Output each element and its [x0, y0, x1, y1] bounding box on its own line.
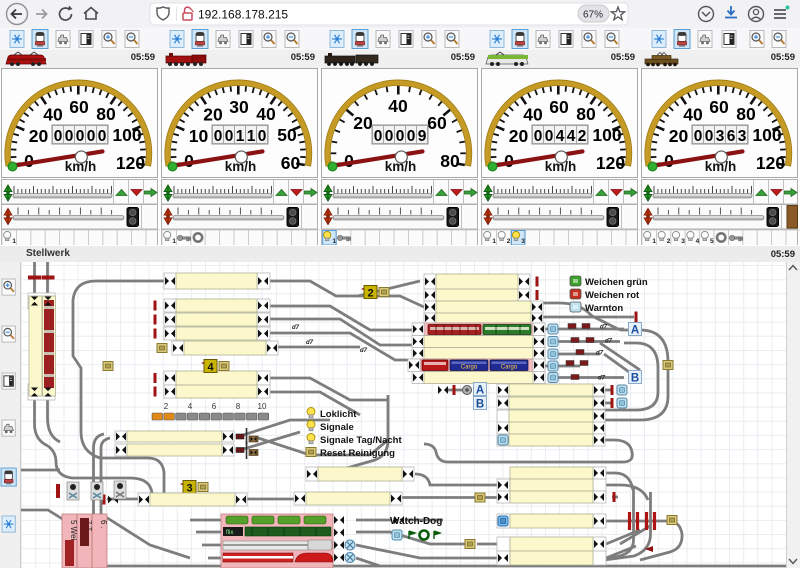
svg-text:50: 50	[277, 125, 297, 145]
svg-text:6: 6	[727, 128, 736, 145]
svg-text:0: 0	[694, 128, 703, 145]
svg-text:5: 5	[710, 238, 714, 245]
svg-text:2: 2	[164, 402, 169, 411]
svg-text:2: 2	[578, 128, 587, 145]
svg-text:100: 100	[752, 125, 781, 145]
svg-text:192.168.178.215: 192.168.178.215	[198, 8, 288, 22]
svg-text:6: 6	[212, 402, 217, 411]
svg-text:0: 0	[705, 128, 714, 145]
svg-text:Warnton: Warnton	[585, 303, 623, 314]
svg-text:flix: flix	[226, 530, 233, 536]
svg-text:80: 80	[576, 104, 596, 124]
svg-text:1: 1	[652, 238, 656, 245]
svg-text:60: 60	[427, 113, 447, 133]
svg-text:4: 4	[567, 128, 576, 145]
svg-text:40: 40	[43, 105, 63, 125]
svg-text:d7: d7	[292, 325, 300, 331]
svg-text:1: 1	[172, 238, 176, 245]
svg-text:120: 120	[756, 153, 785, 173]
svg-text:1: 1	[332, 238, 336, 245]
svg-text:4: 4	[696, 238, 700, 245]
svg-text:30: 30	[229, 97, 249, 117]
svg-text:60: 60	[549, 97, 569, 117]
svg-text:0: 0	[76, 128, 85, 145]
svg-text:Reset Reinigung: Reset Reinigung	[320, 448, 395, 459]
svg-text:d7: d7	[306, 340, 314, 346]
svg-text:6 .: 6 .	[99, 520, 108, 529]
svg-text:40: 40	[523, 105, 543, 125]
svg-text:80: 80	[736, 104, 756, 124]
svg-text:0: 0	[545, 128, 554, 145]
svg-text:20: 20	[669, 126, 689, 146]
svg-text:20: 20	[203, 105, 223, 125]
svg-text:d7: d7	[598, 376, 606, 382]
svg-text:4: 4	[188, 402, 193, 411]
svg-text:Signale Tag/Nacht: Signale Tag/Nacht	[320, 435, 402, 446]
svg-text:Watch-Dog: Watch-Dog	[390, 516, 442, 527]
svg-text:60: 60	[281, 153, 301, 173]
svg-text:8: 8	[236, 402, 241, 411]
svg-text:67%: 67%	[583, 10, 603, 21]
svg-text:60: 60	[69, 97, 89, 117]
svg-text:1: 1	[247, 128, 256, 145]
svg-text:0: 0	[258, 128, 267, 145]
svg-text:Signale: Signale	[320, 422, 354, 433]
svg-text:Loklicht: Loklicht	[320, 409, 357, 420]
svg-text:A: A	[631, 325, 639, 337]
svg-text:120: 120	[116, 153, 145, 173]
svg-text:3: 3	[681, 238, 685, 245]
svg-text:0: 0	[374, 128, 383, 145]
svg-text:0: 0	[385, 128, 394, 145]
svg-text:4: 4	[556, 128, 565, 145]
svg-text:d7: d7	[596, 351, 604, 357]
svg-text:0: 0	[98, 128, 107, 145]
svg-text:0: 0	[65, 128, 74, 145]
svg-text:1: 1	[236, 128, 245, 145]
svg-text:40: 40	[683, 105, 703, 125]
svg-text:3: 3	[716, 128, 725, 145]
svg-text:10: 10	[189, 126, 209, 146]
svg-text:4: 4	[207, 362, 214, 374]
svg-text:9: 9	[418, 128, 427, 145]
svg-text:100: 100	[112, 125, 141, 145]
svg-text:Cargo: Cargo	[501, 365, 518, 371]
svg-text:0: 0	[87, 128, 96, 145]
svg-text:2: 2	[507, 238, 511, 245]
svg-text:0: 0	[396, 128, 405, 145]
svg-text:40: 40	[388, 96, 408, 116]
svg-text:20: 20	[353, 113, 373, 133]
svg-text:Cargo: Cargo	[461, 365, 478, 371]
svg-text:60: 60	[709, 97, 729, 117]
svg-text:B: B	[476, 399, 484, 411]
svg-text:3: 3	[738, 128, 747, 145]
svg-text:Weichen grün: Weichen grün	[585, 277, 648, 288]
svg-text:1: 1	[492, 238, 496, 245]
svg-text:Weichen rot: Weichen rot	[585, 290, 640, 301]
svg-text:80: 80	[440, 151, 460, 171]
svg-text:2: 2	[367, 288, 373, 300]
svg-text:0: 0	[214, 128, 223, 145]
svg-text:10: 10	[258, 402, 267, 411]
svg-text:A: A	[476, 385, 484, 397]
svg-text:d7: d7	[360, 348, 368, 354]
svg-text:3: 3	[521, 238, 525, 245]
svg-text:0: 0	[225, 128, 234, 145]
svg-text:40: 40	[256, 104, 276, 124]
svg-text:1: 1	[12, 238, 16, 245]
svg-text:0: 0	[54, 128, 63, 145]
svg-text:20: 20	[509, 126, 529, 146]
svg-text:0: 0	[534, 128, 543, 145]
svg-text:d7: d7	[605, 339, 613, 345]
svg-text:120: 120	[596, 153, 625, 173]
svg-text:100: 100	[592, 125, 621, 145]
svg-text:0: 0	[407, 128, 416, 145]
svg-text:2: 2	[667, 238, 671, 245]
svg-text:d7: d7	[600, 325, 608, 331]
svg-text:80: 80	[96, 104, 116, 124]
svg-text:20: 20	[29, 126, 49, 146]
svg-text:B: B	[631, 373, 639, 385]
